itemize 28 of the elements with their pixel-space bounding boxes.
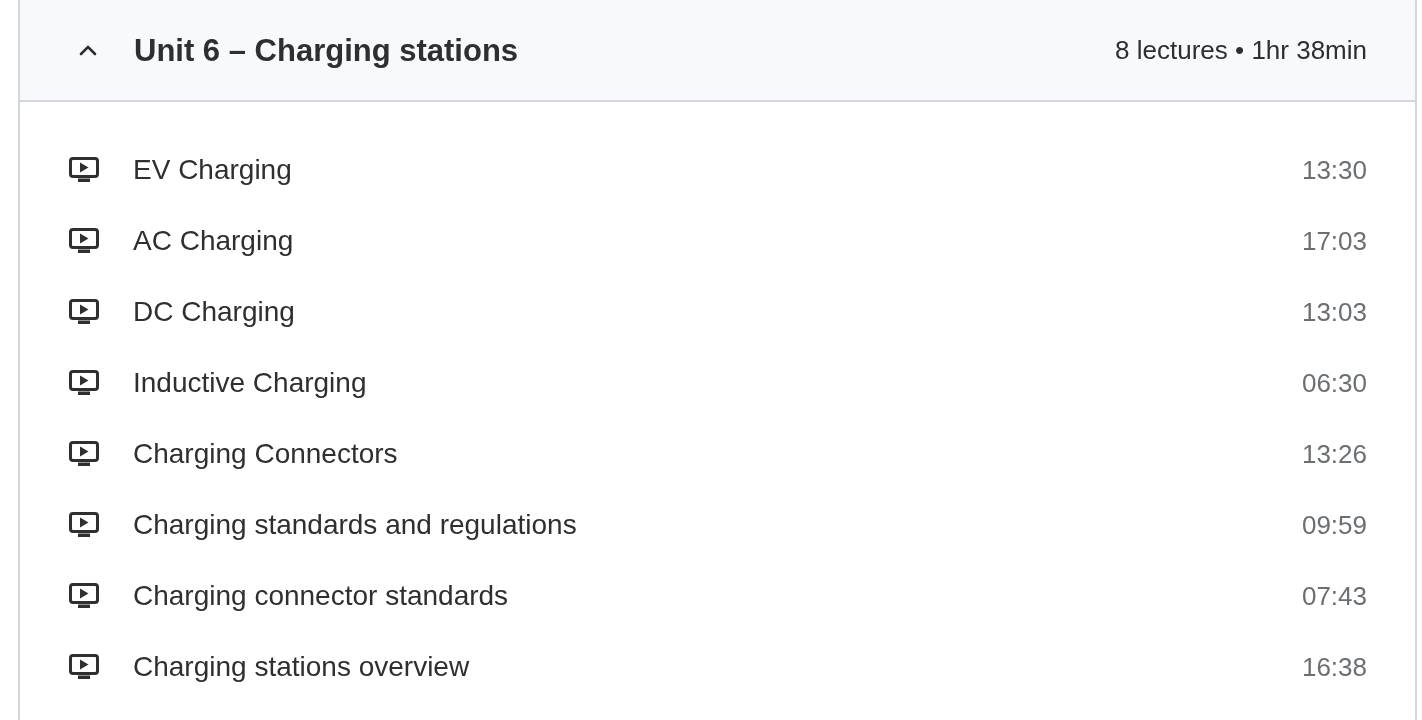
- video-play-icon: [69, 511, 99, 538]
- lecture-duration: 16:38: [1301, 653, 1367, 680]
- video-play-icon: [69, 369, 99, 396]
- lecture-title[interactable]: DC Charging: [133, 297, 295, 326]
- lecture-title[interactable]: Charging connector standards: [133, 581, 509, 610]
- video-play-icon: [69, 653, 99, 680]
- lecture-title[interactable]: Charging Connectors: [133, 439, 398, 468]
- lecture-duration: 06:30: [1301, 369, 1367, 396]
- lecture-duration: 13:30: [1301, 156, 1367, 183]
- lecture-title[interactable]: Inductive Charging: [133, 368, 367, 397]
- lecture-duration: 13:03: [1301, 298, 1367, 325]
- video-play-icon: [69, 298, 99, 325]
- lecture-title[interactable]: EV Charging: [133, 155, 292, 184]
- lecture-title[interactable]: AC Charging: [133, 226, 294, 255]
- lecture-duration: 17:03: [1301, 227, 1367, 254]
- lecture-duration: 13:26: [1301, 440, 1367, 467]
- lecture-duration: 09:59: [1301, 511, 1367, 538]
- video-play-icon: [69, 156, 99, 183]
- lecture-title[interactable]: Charging stations overview: [133, 652, 470, 681]
- lecture-duration: 07:43: [1301, 582, 1367, 609]
- chevron-up-icon: [78, 44, 98, 56]
- video-play-icon: [69, 582, 99, 609]
- lecture-title[interactable]: Charging standards and regulations: [133, 510, 577, 539]
- section-summary: 8 lectures • 1hr 38min: [1115, 37, 1367, 63]
- section-header[interactable]: Unit 6 – Charging stations 8 lectures • 1hr 38min: [20, 0, 1415, 102]
- video-play-icon: [69, 440, 99, 467]
- section-title: Unit 6 – Charging stations: [134, 34, 519, 66]
- video-play-icon: [69, 227, 99, 254]
